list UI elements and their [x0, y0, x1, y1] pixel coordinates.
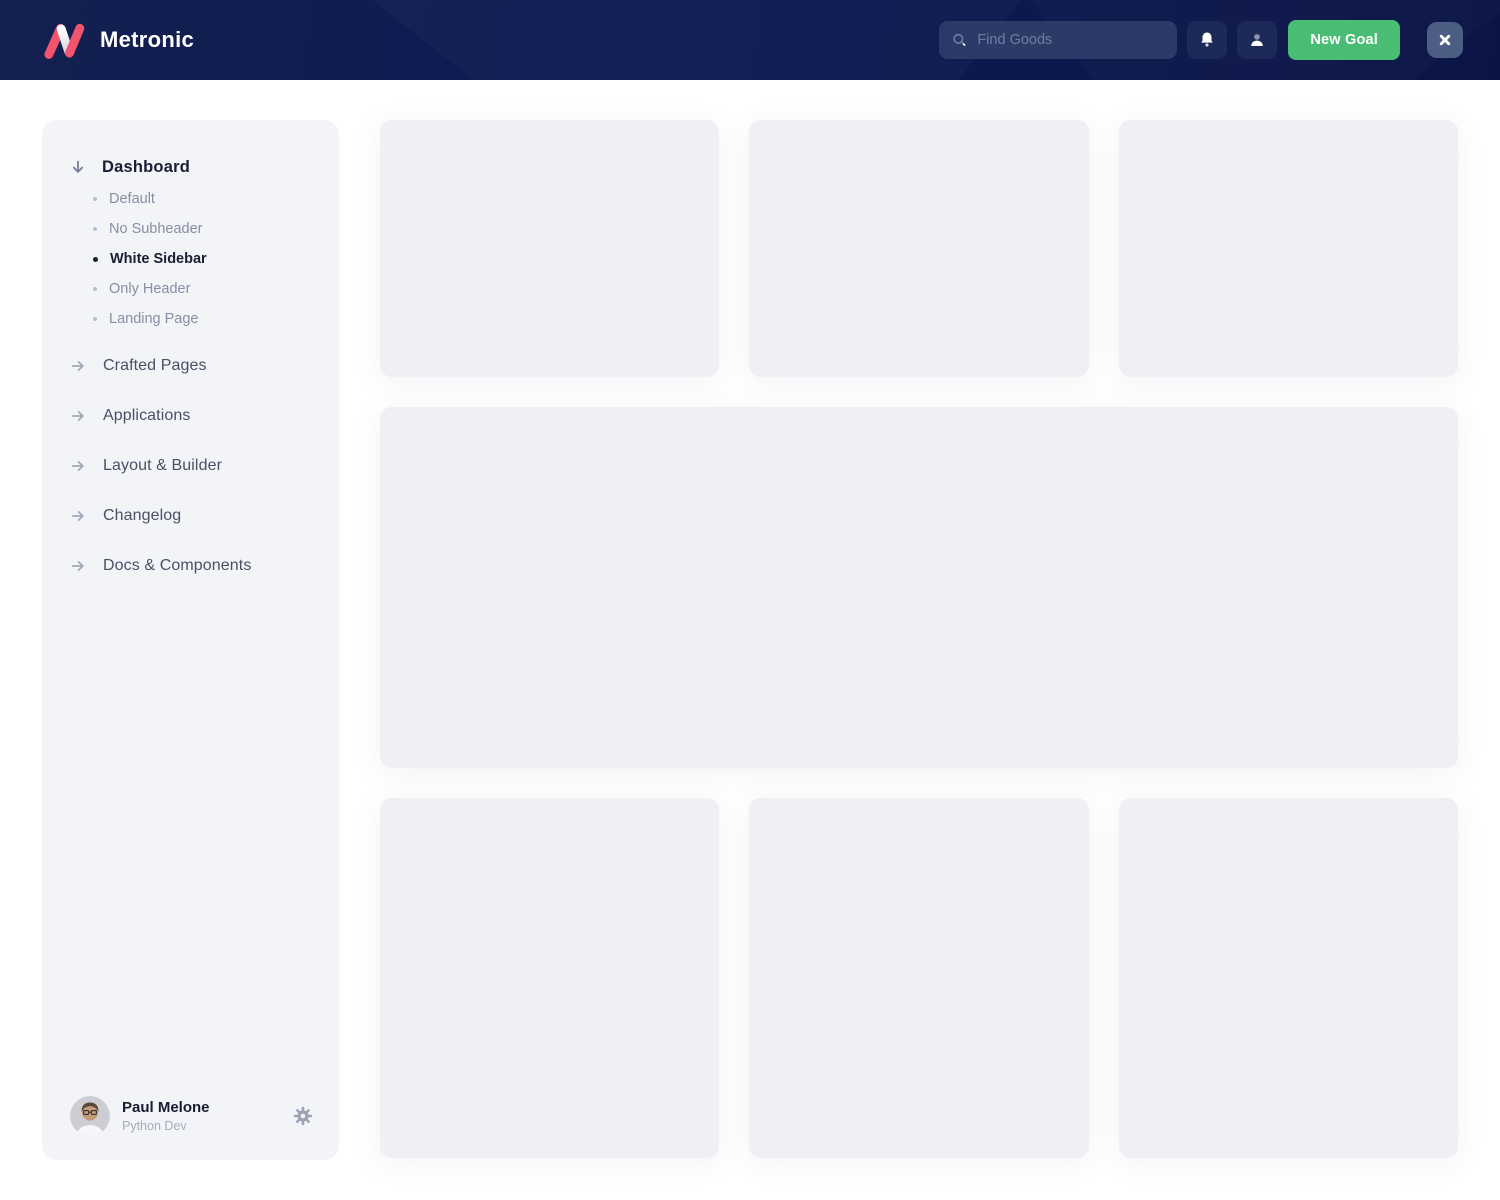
- brand-logo[interactable]: Metronic: [42, 19, 194, 61]
- arrow-down-icon: [73, 160, 83, 173]
- user-icon: [1251, 34, 1264, 46]
- card-row-bottom: [380, 798, 1458, 1158]
- placeholder-card: [749, 798, 1089, 1158]
- placeholder-card: [1118, 120, 1458, 377]
- close-icon: [1439, 34, 1451, 46]
- main-content: [380, 120, 1458, 1160]
- sidebar-subitem-label: Landing Page: [109, 311, 199, 327]
- sidebar-item-changelog[interactable]: Changelog: [70, 504, 339, 528]
- dashboard-submenu: Default No Subheader White Sidebar Only …: [42, 184, 339, 334]
- search-input[interactable]: [977, 32, 1165, 48]
- sidebar-item-docs-components[interactable]: Docs & Components: [70, 554, 339, 578]
- search-icon: [953, 33, 966, 46]
- sidebar-subitem-white-sidebar[interactable]: White Sidebar: [42, 244, 339, 274]
- arrow-right-icon: [71, 461, 84, 471]
- sidebar-menu: Crafted Pages Applications Layout & Buil…: [42, 354, 339, 578]
- bullet-icon: [93, 197, 97, 201]
- sidebar-item-label: Layout & Builder: [103, 457, 223, 474]
- avatar: [70, 1096, 110, 1136]
- sidebar-subitem-default[interactable]: Default: [42, 184, 339, 214]
- user-name: Paul Melone: [122, 1099, 210, 1116]
- notifications-button[interactable]: [1187, 21, 1228, 59]
- sidebar-item-dashboard[interactable]: Dashboard: [70, 155, 339, 179]
- placeholder-card: [1118, 798, 1458, 1158]
- sidebar-item-label: Changelog: [103, 507, 182, 524]
- sidebar-subitem-label: No Subheader: [109, 221, 203, 237]
- sidebar-subitem-label: White Sidebar: [110, 251, 207, 267]
- card-row-top: [380, 120, 1458, 377]
- sidebar-item-label: Docs & Components: [103, 557, 252, 574]
- new-goal-button[interactable]: New Goal: [1288, 20, 1400, 60]
- placeholder-card: [749, 120, 1089, 377]
- arrow-right-icon: [71, 361, 84, 371]
- sidebar-item-label: Dashboard: [102, 157, 190, 176]
- arrow-right-icon: [71, 561, 84, 571]
- close-button[interactable]: [1427, 22, 1463, 58]
- sidebar-subitem-landing-page[interactable]: Landing Page: [42, 304, 339, 334]
- top-header: Metronic New Goal: [0, 0, 1500, 80]
- brand-name: Metronic: [100, 27, 195, 52]
- sidebar-item-label: Crafted Pages: [103, 357, 207, 374]
- placeholder-card: [380, 120, 720, 377]
- sidebar-subitem-label: Only Header: [109, 281, 191, 297]
- bullet-icon: [93, 287, 97, 291]
- placeholder-card: [380, 798, 720, 1158]
- bullet-icon: [93, 317, 97, 321]
- user-role: Python Dev: [122, 1119, 187, 1133]
- sidebar-item-applications[interactable]: Applications: [70, 404, 339, 428]
- bullet-icon: [93, 256, 98, 262]
- sidebar-item-crafted-pages[interactable]: Crafted Pages: [70, 354, 339, 378]
- search-box[interactable]: [939, 21, 1178, 59]
- settings-gear-icon[interactable]: [293, 1106, 313, 1126]
- sidebar-subitem-label: Default: [109, 191, 155, 207]
- placeholder-card-wide: [380, 407, 1458, 768]
- sidebar-subitem-only-header[interactable]: Only Header: [42, 274, 339, 304]
- sidebar-item-label: Applications: [103, 407, 191, 424]
- arrow-right-icon: [71, 511, 84, 521]
- user-meta: Paul Melone Python Dev: [122, 1099, 210, 1133]
- bell-icon: [1201, 32, 1213, 47]
- sidebar-item-layout-builder[interactable]: Layout & Builder: [70, 454, 339, 478]
- user-profile[interactable]: Paul Melone Python Dev: [70, 1096, 313, 1136]
- sidebar: Dashboard Default No Subheader White Sid…: [42, 120, 339, 1160]
- sidebar-subitem-no-subheader[interactable]: No Subheader: [42, 214, 339, 244]
- bullet-icon: [93, 227, 97, 231]
- account-button[interactable]: [1237, 21, 1278, 59]
- header-actions: New Goal: [939, 20, 1463, 60]
- metronic-m-logo-icon: [44, 23, 85, 59]
- page-content: Dashboard Default No Subheader White Sid…: [0, 80, 1500, 1200]
- arrow-right-icon: [71, 411, 84, 421]
